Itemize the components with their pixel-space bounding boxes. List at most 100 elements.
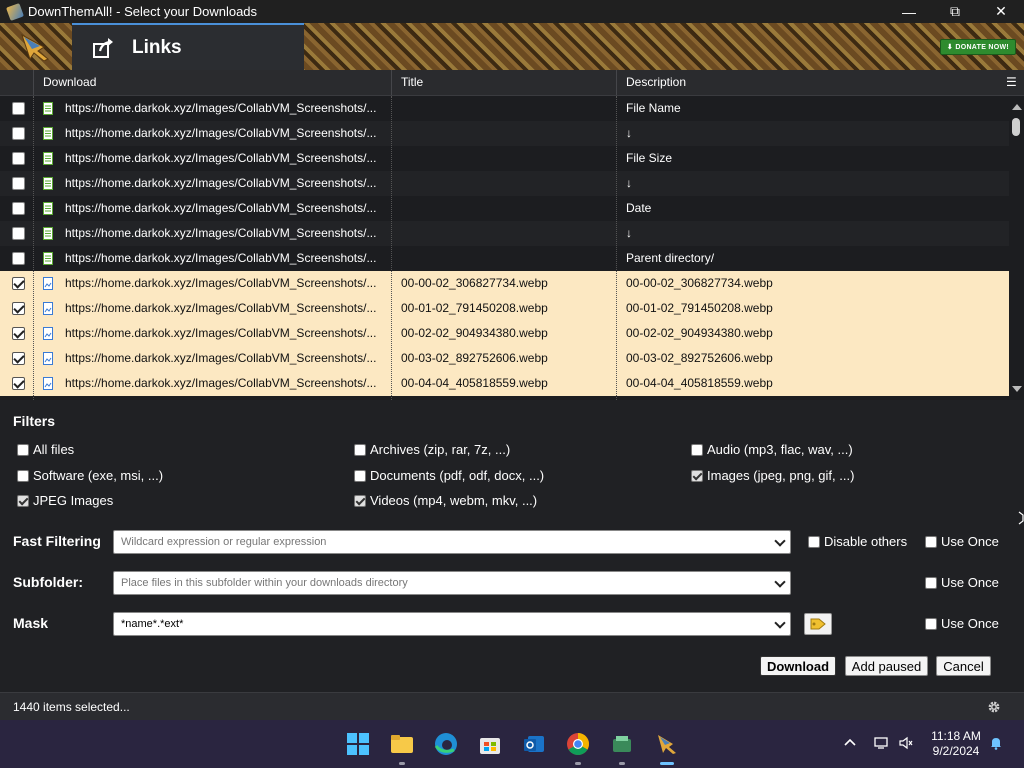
filter-checkbox[interactable]	[354, 494, 366, 507]
scrollbar-thumb[interactable]	[1012, 118, 1020, 136]
subfolder-input[interactable]: Place files in this subfolder within you…	[113, 571, 791, 595]
table-row[interactable]: https://home.darkok.xyz/Images/CollabVM_…	[0, 196, 1009, 221]
filter-videos[interactable]: Videos (mp4, webm, mkv, ...)	[354, 493, 537, 508]
table-row[interactable]: https://home.darkok.xyz/Images/CollabVM_…	[0, 371, 1009, 396]
table-row[interactable]: https://home.darkok.xyz/Images/CollabVM_…	[0, 321, 1009, 346]
mask-tags-button[interactable]	[804, 613, 832, 635]
row-checkbox[interactable]	[12, 327, 25, 340]
row-checkbox[interactable]	[12, 352, 25, 365]
table-row[interactable]: https://home.darkok.xyz/Images/CollabVM_…	[0, 171, 1009, 196]
table-scrollbar[interactable]	[1009, 96, 1024, 400]
mask-use-once[interactable]: Use Once	[925, 616, 999, 631]
chevron-down-icon[interactable]	[774, 576, 786, 588]
row-description: ↓	[626, 176, 632, 190]
edge-icon[interactable]	[434, 732, 458, 756]
filter-all-files[interactable]: All files	[17, 442, 74, 457]
table-header: Download Title Description ☰	[0, 70, 1024, 96]
row-checkbox[interactable]	[12, 177, 25, 190]
chevron-up-icon[interactable]	[843, 736, 857, 750]
filter-checkbox[interactable]	[17, 443, 29, 456]
fast-filtering-input[interactable]: Wildcard expression or regular expressio…	[113, 530, 791, 554]
table-row[interactable]: https://home.darkok.xyz/Images/CollabVM_…	[0, 346, 1009, 371]
notification-bell-icon[interactable]	[989, 736, 1003, 750]
checkbox[interactable]	[925, 617, 937, 630]
taskbar-indicator	[399, 762, 405, 765]
table-row[interactable]: https://home.darkok.xyz/Images/CollabVM_…	[0, 246, 1009, 271]
row-url: https://home.darkok.xyz/Images/CollabVM_…	[65, 251, 377, 265]
filter-checkbox[interactable]	[354, 443, 366, 456]
row-checkbox[interactable]	[12, 152, 25, 165]
filter-checkbox[interactable]	[354, 469, 366, 482]
image-file-icon	[43, 352, 53, 365]
share-icon	[93, 37, 113, 58]
filter-archives[interactable]: Archives (zip, rar, 7z, ...)	[354, 442, 510, 457]
row-checkbox[interactable]	[12, 277, 25, 290]
gear-icon[interactable]	[987, 700, 1001, 714]
disable-others-checkbox[interactable]: Disable others	[808, 534, 907, 549]
volume-muted-icon[interactable]	[899, 736, 913, 750]
table-row[interactable]: https://home.darkok.xyz/Images/CollabVM_…	[0, 221, 1009, 246]
row-checkbox[interactable]	[12, 377, 25, 390]
checkbox[interactable]	[925, 576, 937, 589]
status-text: 1440 items selected...	[13, 700, 130, 714]
chrome-icon[interactable]	[566, 732, 590, 756]
filter-jpeg-images[interactable]: JPEG Images	[17, 493, 113, 508]
cancel-button[interactable]: Cancel	[936, 656, 991, 676]
use-once-label: Use Once	[941, 534, 999, 549]
column-menu-icon[interactable]: ☰	[1006, 70, 1017, 95]
table-row[interactable]: https://home.darkok.xyz/Images/CollabVM_…	[0, 146, 1009, 171]
filter-images[interactable]: Images (jpeg, png, gif, ...)	[691, 468, 854, 483]
subfolder-use-once[interactable]: Use Once	[925, 575, 999, 590]
donate-button[interactable]: ⬇ DONATE NOW!	[940, 39, 1016, 55]
row-checkbox[interactable]	[12, 227, 25, 240]
row-checkbox[interactable]	[12, 202, 25, 215]
file-explorer-icon[interactable]	[390, 732, 414, 756]
filter-software[interactable]: Software (exe, msi, ...)	[17, 468, 163, 483]
filter-checkbox[interactable]	[17, 494, 29, 507]
table-row[interactable]: https://home.darkok.xyz/Images/CollabVM_…	[0, 296, 1009, 321]
app-icon[interactable]	[610, 732, 634, 756]
column-download[interactable]: Download	[43, 70, 96, 95]
row-description: Parent directory/	[626, 251, 715, 265]
scroll-up-icon[interactable]	[1012, 104, 1022, 110]
document-file-icon	[43, 152, 53, 165]
mask-input[interactable]: *name*.*ext*	[113, 612, 791, 636]
row-checkbox[interactable]	[12, 102, 25, 115]
table-row[interactable]: https://home.darkok.xyz/Images/CollabVM_…	[0, 271, 1009, 296]
filter-checkbox[interactable]	[691, 469, 703, 482]
scroll-down-icon[interactable]	[1012, 386, 1022, 392]
document-file-icon	[43, 202, 53, 215]
filter-audio[interactable]: Audio (mp3, flac, wav, ...)	[691, 442, 853, 457]
column-title[interactable]: Title	[401, 70, 423, 95]
fast-filtering-use-once[interactable]: Use Once	[925, 534, 999, 549]
table-row[interactable]: https://home.darkok.xyz/Images/CollabVM_…	[0, 121, 1009, 146]
filter-documents[interactable]: Documents (pdf, odf, docx, ...)	[354, 468, 544, 483]
minimize-button[interactable]: —	[886, 0, 932, 23]
outlook-icon[interactable]	[522, 732, 546, 756]
table-row[interactable]: https://home.darkok.xyz/Images/CollabVM_…	[0, 96, 1009, 121]
row-title: 00-03-02_892752606.webp	[401, 351, 548, 365]
row-checkbox[interactable]	[12, 252, 25, 265]
start-icon[interactable]	[346, 732, 370, 756]
chevron-down-icon[interactable]	[774, 617, 786, 629]
column-description[interactable]: Description	[626, 70, 686, 95]
add-paused-button[interactable]: Add paused	[845, 656, 928, 676]
checkbox[interactable]	[925, 535, 937, 548]
tab-links[interactable]: Links	[72, 23, 304, 70]
close-button[interactable]: ✕	[978, 0, 1024, 23]
filter-checkbox[interactable]	[691, 443, 703, 456]
chevron-down-icon[interactable]	[774, 535, 786, 547]
row-checkbox[interactable]	[12, 302, 25, 315]
downthemall-taskbar-icon[interactable]	[655, 732, 679, 756]
display-icon[interactable]	[874, 736, 888, 750]
row-checkbox[interactable]	[12, 127, 25, 140]
restore-button[interactable]: ⧉	[932, 0, 978, 23]
mouse-cursor-icon	[1018, 511, 1024, 525]
filter-checkbox[interactable]	[17, 469, 29, 482]
clock-time: 11:18 AM	[931, 729, 981, 743]
filter-label: Software (exe, msi, ...)	[33, 468, 164, 483]
download-button[interactable]: Download	[760, 656, 836, 676]
checkbox[interactable]	[808, 535, 820, 548]
taskbar-clock[interactable]: 11:18 AM 9/2/2024	[925, 729, 987, 759]
store-icon[interactable]	[478, 732, 502, 756]
